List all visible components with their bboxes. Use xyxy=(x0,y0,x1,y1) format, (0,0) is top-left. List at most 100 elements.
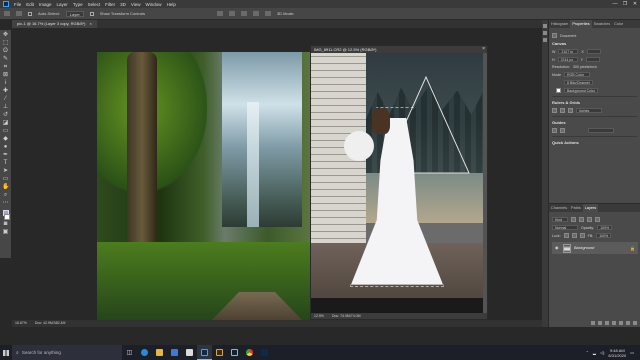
canvas-section-title[interactable]: Canvas xyxy=(552,41,637,46)
notifications-icon[interactable]: ▭ xyxy=(630,350,634,355)
libraries-panel-icon[interactable] xyxy=(543,31,547,35)
auto-select-target-dropdown[interactable]: Layer xyxy=(65,10,84,17)
menu-type[interactable]: Type xyxy=(73,2,83,7)
layer-visibility-eye-icon[interactable]: ◉ xyxy=(555,246,560,250)
guides-section-title[interactable]: Guides xyxy=(552,120,637,125)
edge-icon[interactable] xyxy=(137,345,152,360)
align-right-icon[interactable] xyxy=(240,11,247,16)
canvas-image-jungle[interactable] xyxy=(97,52,310,320)
store-icon[interactable] xyxy=(167,345,182,360)
rectangle-tool-icon[interactable]: ▭ xyxy=(2,176,9,183)
more-tools-icon[interactable]: ⋯ xyxy=(2,200,9,207)
crop-tool-icon[interactable]: ⌗ xyxy=(2,64,9,71)
lightroom-icon[interactable] xyxy=(227,345,242,360)
tab-properties[interactable]: Properties xyxy=(570,20,592,28)
home-icon[interactable] xyxy=(4,11,10,16)
screen-mode-icon[interactable]: ▣ xyxy=(2,229,9,236)
transform-controls-checkbox[interactable] xyxy=(89,11,94,16)
bridge-icon[interactable] xyxy=(212,345,227,360)
brush-tool-icon[interactable]: ⁄ xyxy=(2,96,9,103)
floating-document-close-icon[interactable]: × xyxy=(482,46,485,53)
adjustments-panel-icon[interactable] xyxy=(543,38,547,42)
delete-layer-icon[interactable] xyxy=(633,321,637,325)
layer-style-icon[interactable] xyxy=(598,321,602,325)
maximize-button[interactable]: ❐ xyxy=(620,0,630,8)
menu-filter[interactable]: Filter xyxy=(105,2,115,7)
align-center-icon[interactable] xyxy=(228,11,235,16)
filter-type-icon[interactable] xyxy=(587,217,592,222)
hand-tool-icon[interactable]: ✋ xyxy=(2,184,9,191)
dodge-tool-icon[interactable]: ● xyxy=(2,144,9,151)
move-tool-icon[interactable] xyxy=(16,11,22,16)
align-top-icon[interactable] xyxy=(252,11,259,16)
floating-document-window[interactable]: IMG_8911.CR2 @ 12.5% (RGB/8*) × 12.5% Do… xyxy=(310,45,488,320)
guides-visibility-icon[interactable] xyxy=(552,128,557,133)
filter-pixel-icon[interactable] xyxy=(571,217,576,222)
guides-lock-icon[interactable] xyxy=(560,128,565,133)
pen-tool-icon[interactable]: ✒ xyxy=(2,152,9,159)
ruler-icon[interactable] xyxy=(552,108,557,113)
new-layer-icon[interactable] xyxy=(626,321,630,325)
menu-3d[interactable]: 3D xyxy=(120,2,126,7)
lock-position-icon[interactable] xyxy=(571,233,577,238)
fill-field[interactable]: 100% xyxy=(596,233,612,238)
tray-expand-icon[interactable]: ⌃ xyxy=(586,350,589,355)
menu-select[interactable]: Select xyxy=(88,2,101,7)
chrome-icon[interactable] xyxy=(242,345,257,360)
fill-color-swatch[interactable] xyxy=(556,88,561,93)
clone-stamp-tool-icon[interactable]: ⊥ xyxy=(2,104,9,111)
lasso-tool-icon[interactable]: ʘ xyxy=(2,48,9,55)
align-left-icon[interactable] xyxy=(216,11,223,16)
move-tool-icon[interactable]: ✥ xyxy=(2,32,9,39)
path-selection-tool-icon[interactable]: ➤ xyxy=(2,168,9,175)
tab-color[interactable]: Color xyxy=(612,20,625,28)
file-explorer-icon[interactable] xyxy=(152,345,167,360)
ruler-units-dropdown[interactable]: Inches xyxy=(576,108,602,113)
guides-color-dropdown[interactable] xyxy=(588,128,614,133)
fill-dropdown[interactable]: Background Color xyxy=(564,88,599,93)
frame-tool-icon[interactable]: ⊠ xyxy=(2,72,9,79)
marquee-tool-icon[interactable]: ⬚ xyxy=(2,40,9,47)
floating-zoom-level[interactable]: 12.5% xyxy=(314,313,324,319)
filter-shape-icon[interactable] xyxy=(595,217,600,222)
photoshop-icon[interactable] xyxy=(197,345,212,360)
layer-filter-kind-dropdown[interactable]: Kind xyxy=(552,217,568,222)
menu-layer[interactable]: Layer xyxy=(57,2,68,7)
canvas-width-field[interactable]: 2107 in xyxy=(558,49,579,54)
type-tool-icon[interactable]: T xyxy=(2,160,9,167)
quick-selection-tool-icon[interactable]: ✎ xyxy=(2,56,9,63)
filter-adjustment-icon[interactable] xyxy=(579,217,584,222)
grid-icon[interactable] xyxy=(560,108,565,113)
minimize-button[interactable]: — xyxy=(610,0,620,8)
camera-raw-icon[interactable] xyxy=(257,345,272,360)
start-button[interactable] xyxy=(0,345,12,360)
menu-help[interactable]: Help xyxy=(167,2,176,7)
history-brush-tool-icon[interactable]: ↺ xyxy=(2,112,9,119)
volume-icon[interactable]: ◁) xyxy=(600,350,604,355)
menu-file[interactable]: File xyxy=(14,2,21,7)
lock-pixels-icon[interactable] xyxy=(563,233,569,238)
blend-mode-dropdown[interactable]: Normal xyxy=(552,225,578,230)
tab-layers[interactable]: Layers xyxy=(582,204,599,212)
menu-image[interactable]: Image xyxy=(39,2,52,7)
taskbar-search-box[interactable]: ⌕ Search for anything xyxy=(12,345,122,360)
tab-channels[interactable]: Channels xyxy=(549,204,569,212)
healing-brush-tool-icon[interactable]: ✚ xyxy=(2,88,9,95)
layer-row-background[interactable]: ◉ Background 🔒 xyxy=(552,242,638,254)
adjustment-layer-icon[interactable] xyxy=(612,321,616,325)
floating-document-title[interactable]: IMG_8911.CR2 @ 12.5% (RGB/8*) xyxy=(311,46,487,53)
background-color-swatch[interactable] xyxy=(4,214,10,220)
rulers-grids-section-title[interactable]: Rulers & Grids xyxy=(552,100,637,105)
menu-view[interactable]: View xyxy=(131,2,141,7)
auto-select-checkbox[interactable] xyxy=(28,11,32,16)
bit-depth-dropdown[interactable]: 8 Bits/Channel xyxy=(564,80,593,85)
canvas-height-field[interactable]: 3744 px xyxy=(557,57,578,62)
main-zoom-level[interactable]: 16.67% xyxy=(15,320,27,327)
document-tab[interactable]: pic-1 @ 16.7% (Layer 3 copy, RGB/8*) × xyxy=(12,20,97,28)
taskbar-clock[interactable]: 9:48 AM 8/31/2020 xyxy=(608,348,626,358)
opacity-field[interactable]: 100% xyxy=(597,225,613,230)
pixel-grid-icon[interactable] xyxy=(568,108,573,113)
menu-edit[interactable]: Edit xyxy=(26,2,34,7)
history-panel-icon[interactable] xyxy=(543,24,547,28)
eraser-tool-icon[interactable]: ◪ xyxy=(2,120,9,127)
